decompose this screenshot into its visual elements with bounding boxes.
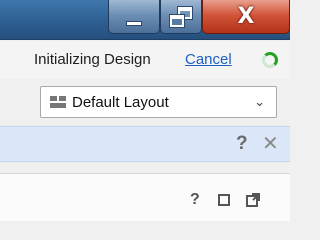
status-text: Initializing Design (34, 51, 151, 68)
chevron-down-icon: ⌄ (254, 95, 265, 110)
layout-grid-icon (50, 96, 66, 108)
help-icon[interactable]: ? (236, 133, 248, 155)
close-button[interactable]: X (202, 0, 290, 34)
layout-dropdown[interactable]: Default Layout ⌄ (40, 86, 277, 118)
window-titlebar: X (0, 0, 290, 40)
loading-spinner-icon (262, 52, 278, 68)
maximize-button[interactable] (160, 0, 202, 34)
close-icon[interactable]: ✕ (262, 131, 279, 155)
close-icon: X (237, 3, 255, 29)
layout-selected-value: Default Layout (72, 94, 169, 111)
minimize-icon (126, 21, 142, 26)
restore-panel-icon[interactable] (218, 194, 230, 206)
float-window-icon[interactable] (246, 193, 260, 207)
panel-help-icon[interactable]: ? (190, 191, 200, 209)
cancel-link[interactable]: Cancel (185, 51, 232, 68)
panel-gap (0, 163, 290, 173)
restore-window-icon (169, 5, 193, 28)
minimize-button[interactable] (108, 0, 160, 34)
